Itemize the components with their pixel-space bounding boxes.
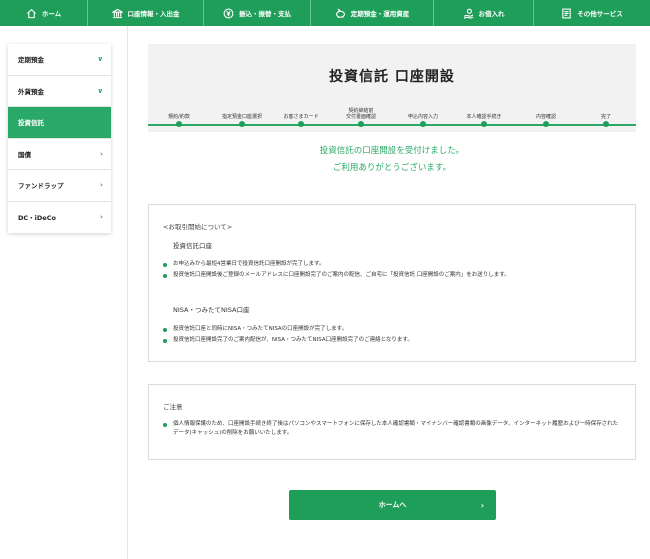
document-list-icon [562,8,571,18]
completion-message: 投資信託の口座開設を受付けました。 ご利用ありがとうございます。 [148,143,636,177]
step-complete: 完了 [566,94,646,127]
sidebar-item-label: DC・iDeCo [18,214,56,223]
sidebar-item-label: 国債 [18,150,31,159]
chevron-down-icon: ∨ [97,55,103,64]
page-header: 投資信託 口座開設 規約/約款 指定預金口座選択 お客さまカード 契約締結前 交… [148,44,636,132]
sidebar-menu: 定期預金 ∨ 外貨預金 ∨ 投資信託 国債 › ファンドラップ › DC・iDe… [8,44,111,233]
home-button-label: ホームへ [378,501,407,509]
sidebar-item-label: 外貨預金 [18,87,44,96]
chevron-right-icon: › [480,500,484,510]
step-dot [420,121,426,127]
nav-account-info-label: 口座情報・入出金 [127,10,180,18]
chevron-right-icon: › [100,149,103,158]
step-dot [358,121,364,127]
piggy-bank-icon [335,7,345,18]
sidebar-item-label: 投資信託 [18,119,44,128]
step-dot [239,121,245,127]
chevron-down-icon: ∨ [97,86,103,95]
investment-trust-account-title: 投資信託口座 [173,242,212,250]
chevron-right-icon: › [100,181,103,190]
sidebar-item-foreign-deposit[interactable]: 外貨預金 ∨ [8,76,111,107]
bank-icon [111,8,123,18]
step-dot [603,121,609,127]
step-dot [481,121,487,127]
top-navigation: ホーム 口座情報・入出金 振込・振替・支払 定期預金・運用資産 お借入れ その他… [0,0,650,26]
main-content: 投資信託 口座開設 規約/約款 指定預金口座選択 お客さまカード 契約締結前 交… [128,26,650,559]
sidebar-item-dc-ideco[interactable]: DC・iDeCo › [8,202,111,234]
completion-message-line2: ご利用ありがとうございます。 [332,163,452,173]
nav-other-services[interactable]: その他サービス [534,0,650,26]
nav-account-info[interactable]: 口座情報・入出金 [88,0,204,26]
hand-coin-icon [463,8,473,19]
page-title: 投資信託 口座開設 [329,69,455,85]
completion-message-line1: 投資信託の口座開設を受付けました。 [319,146,465,156]
trading-start-heading: <お取引開始について> [163,223,233,231]
trading-start-info-box: <お取引開始について> 投資信託口座 お申込みから最短4営業日で投資信託口座開設… [148,204,636,362]
sidebar-item-fund-wrap[interactable]: ファンドラップ › [8,170,111,202]
sidebar-item-label: 定期預金 [18,56,44,65]
nav-other-services-label: その他サービス [577,10,623,18]
nav-home[interactable]: ホーム [0,0,88,26]
sidebar-item-government-bonds[interactable]: 国債 › [8,139,111,170]
nisa-account-title: NISA・つみたてNISA口座 [173,306,250,314]
info-bullet: お申込みから最短4営業日で投資信託口座開設が完了します。 [163,260,621,269]
notice-box: ご注意 個人情報保護のため、口座開設手続き終了後はパソコンやスマートフォンに保存… [148,384,636,460]
nav-deposit-assets-label: 定期預金・運用資産 [350,10,410,18]
progress-line [148,124,636,126]
home-icon [26,8,36,18]
nav-loans-label: お借入れ [478,10,505,18]
notice-heading: ご注意 [163,403,183,411]
step-dot [543,121,549,127]
notice-bullet: 個人情報保護のため、口座開設手続き終了後はパソコンやスマートフォンに保存した本人… [163,420,621,438]
sidebar-item-investment-trust[interactable]: 投資信託 [8,107,111,139]
home-button[interactable]: ホームへ › [289,490,496,520]
step-dot [176,121,182,127]
nav-deposit-assets[interactable]: 定期預金・運用資産 [311,0,434,26]
chevron-right-icon: › [100,213,103,222]
sidebar-item-time-deposit[interactable]: 定期預金 ∨ [8,44,111,76]
nav-loans[interactable]: お借入れ [434,0,534,26]
nav-home-label: ホーム [41,10,62,18]
info-bullet: 投資信託口座開設後ご登録のメールアドレスに口座開設完了のご案内の配信、ご自宅に「… [163,271,621,280]
info-bullet: 投資信託口座と同時にNISA・つみたてNISAの口座開設が完了します。 [163,325,621,334]
info-bullet: 投資信託口座開設完了のご案内配信が、NISA・つみたてNISA口座開設完了のご連… [163,336,621,345]
sidebar-item-label: ファンドラップ [18,182,64,191]
nav-transfer-label: 振込・振替・支払 [239,10,291,18]
nav-transfer[interactable]: 振込・振替・支払 [204,0,311,26]
step-dot [298,121,304,127]
yen-coin-icon [223,8,234,18]
step-label: 完了 [600,113,611,120]
